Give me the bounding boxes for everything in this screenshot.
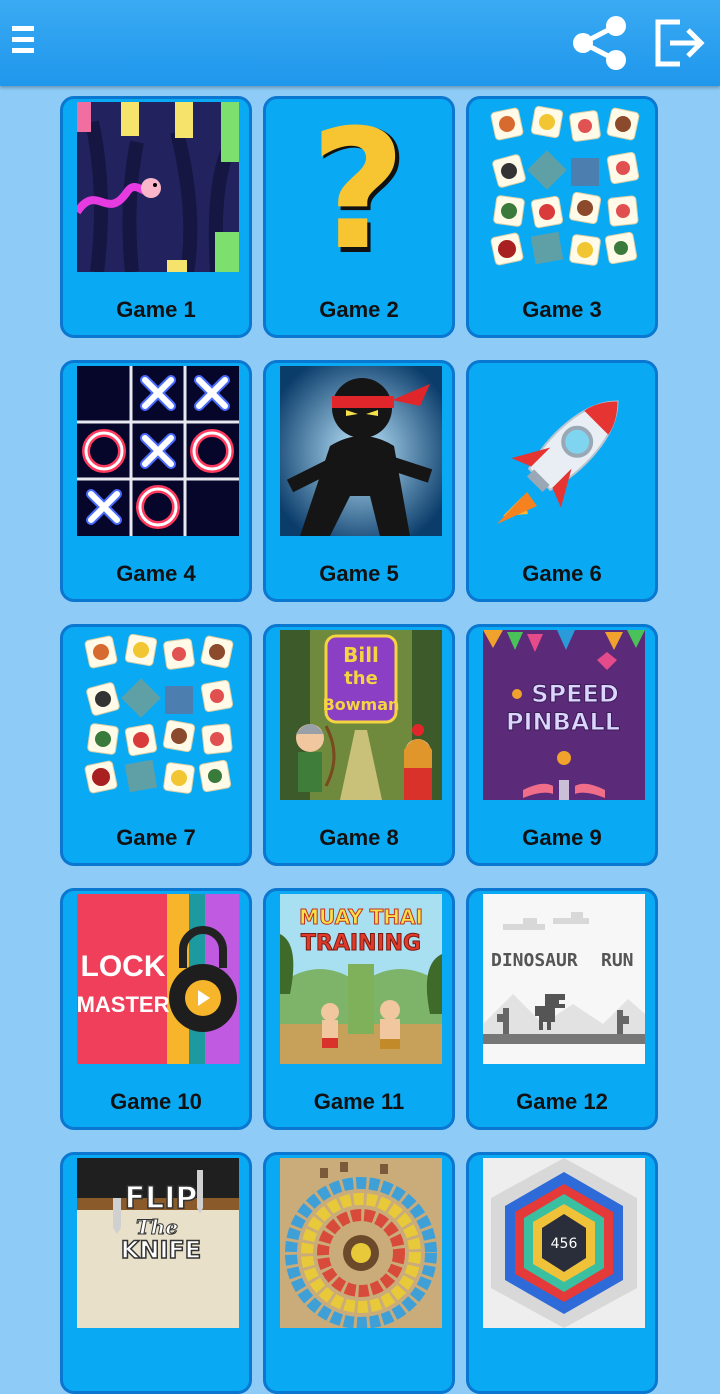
thumbnail-text: LOCK xyxy=(81,950,166,983)
game-card-1[interactable]: Game 1 xyxy=(60,96,252,338)
game-label: Game 10 xyxy=(110,1089,202,1114)
thumbnail-text: SPEED xyxy=(531,680,619,708)
thumbnail-text: the xyxy=(344,668,378,689)
game-card-10[interactable]: LOCK MASTER Game 10 xyxy=(60,888,252,1130)
game-thumbnail-bowman: Bill the Bowman xyxy=(280,630,442,800)
game-label: Game 6 xyxy=(522,561,602,586)
thumbnail-text: DINOSAUR xyxy=(491,950,578,971)
game-thumbnail-tiles xyxy=(483,102,645,272)
game-thumbnail-flappy xyxy=(77,102,239,272)
exit-icon[interactable] xyxy=(652,16,708,70)
game-label: Game 4 xyxy=(116,561,196,586)
game-card-15[interactable]: 456 xyxy=(466,1152,658,1394)
game-card-7[interactable]: Game 7 xyxy=(60,624,252,866)
thumbnail-text: PINBALL xyxy=(506,708,620,736)
game-thumbnail-lock-master: LOCK MASTER xyxy=(77,894,239,1064)
game-label: Game 11 xyxy=(313,1089,405,1114)
thumbnail-text: MASTER xyxy=(77,992,170,1017)
game-thumbnail-dinosaur-run: DINOSAUR RUN xyxy=(483,894,645,1064)
game-card-3[interactable]: Game 3 xyxy=(466,96,658,338)
game-card-11[interactable]: MUAY THAI TRAINING Game 11 xyxy=(263,888,455,1130)
thumbnail-text: 456 xyxy=(551,1236,578,1252)
game-thumbnail-pinball: SPEED PINBALL xyxy=(483,630,645,800)
app-bar xyxy=(0,0,720,86)
thumbnail-text: TRAINING xyxy=(301,931,421,956)
game-thumbnail-zuma xyxy=(280,1158,442,1328)
game-card-4[interactable]: Game 4 xyxy=(60,360,252,602)
thumbnail-text: Bowman xyxy=(323,695,400,714)
game-label: Game 7 xyxy=(116,825,196,850)
share-icon[interactable] xyxy=(568,12,630,74)
game-thumbnail-flip-knife: FLIP The KNIFE xyxy=(77,1158,239,1328)
game-card-9[interactable]: SPEED PINBALL Game 9 xyxy=(466,624,658,866)
game-label: Game 5 xyxy=(319,561,399,586)
game-label: Game 9 xyxy=(522,825,602,850)
game-label: Game 8 xyxy=(319,825,399,850)
game-thumbnail-hexagon: 456 xyxy=(483,1158,645,1328)
game-label: Game 12 xyxy=(516,1089,608,1114)
game-card-2[interactable]: ? ? Game 2 xyxy=(263,96,455,338)
game-card-12[interactable]: DINOSAUR RUN Game 12 xyxy=(466,888,658,1130)
game-label: Game 1 xyxy=(116,297,196,322)
game-card-5[interactable]: Game 5 xyxy=(263,360,455,602)
thumbnail-text: KNIFE xyxy=(121,1236,201,1264)
game-card-13[interactable]: FLIP The KNIFE xyxy=(60,1152,252,1394)
game-label: Game 2 xyxy=(319,297,399,322)
game-thumbnail-tictactoe xyxy=(77,366,239,536)
game-thumbnail-tiles xyxy=(77,630,239,800)
game-label: Game 3 xyxy=(522,297,602,322)
thumbnail-text: MUAY THAI xyxy=(299,905,423,929)
game-card-14[interactable] xyxy=(263,1152,455,1394)
game-thumbnail-muay-thai: MUAY THAI TRAINING xyxy=(280,894,442,1064)
thumbnail-text: Bill xyxy=(343,643,379,667)
rocket-icon xyxy=(483,366,645,536)
thumbnail-text: FLIP xyxy=(125,1181,198,1216)
thumbnail-text: RUN xyxy=(601,950,634,971)
question-mark-icon: ? ? xyxy=(280,102,442,272)
hamburger-menu-icon[interactable] xyxy=(12,26,36,58)
game-card-8[interactable]: Bill the Bowman Game 8 xyxy=(263,624,455,866)
game-card-6[interactable]: Game 6 xyxy=(466,360,658,602)
svg-text:?: ? xyxy=(310,102,406,272)
game-thumbnail-ninja xyxy=(280,366,442,536)
